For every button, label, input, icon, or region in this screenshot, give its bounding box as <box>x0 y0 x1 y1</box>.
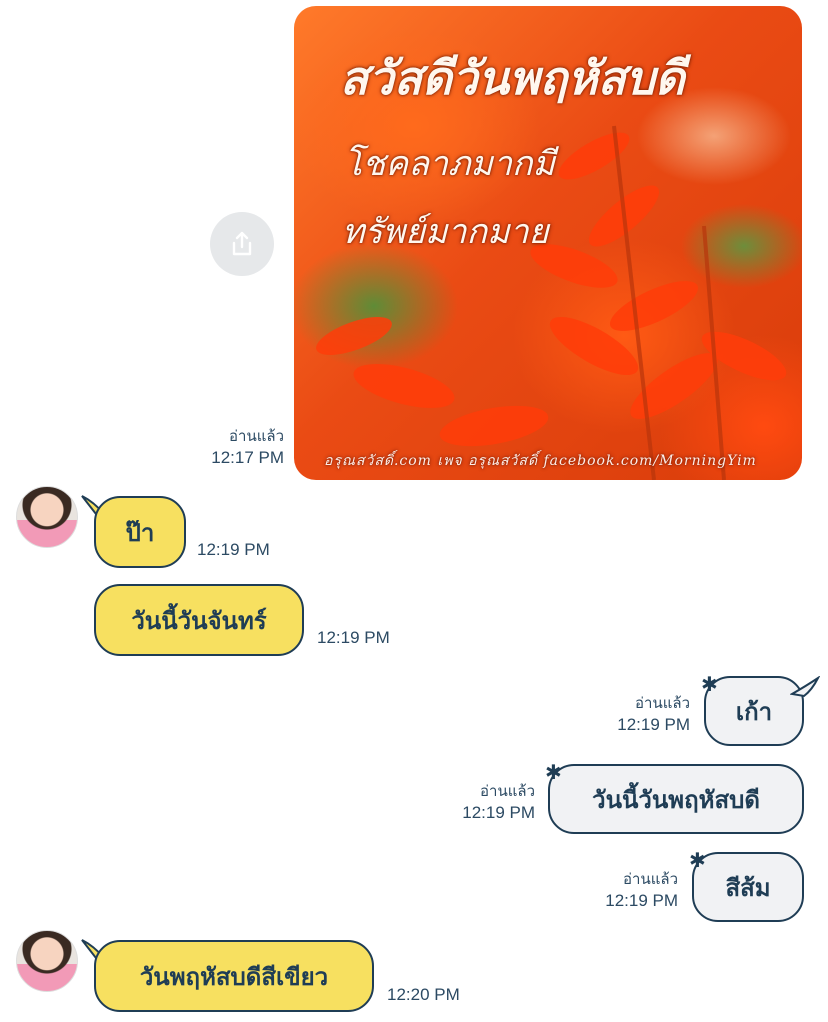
message-bubble-outgoing[interactable]: สีส้ม <box>692 852 804 922</box>
share-button[interactable] <box>210 212 274 276</box>
message-bubble-incoming[interactable]: วันพฤหัสบดีสีเขียว <box>94 940 374 1012</box>
timestamp: 12:19 PM <box>605 891 678 910</box>
message-meta: อ่านแล้ว 12:19 PM <box>570 694 690 736</box>
message-meta: อ่านแล้ว 12:19 PM <box>558 870 678 912</box>
message-bubble-incoming[interactable]: วันนี้วันจันทร์ <box>94 584 304 656</box>
shared-greeting-image[interactable]: สวัสดีวันพฤหัสบดี โชคลาภมากมี ทรัพย์มากม… <box>294 6 802 480</box>
image-title: สวัสดีวันพฤหัสบดี <box>340 51 685 105</box>
message-meta: อ่านแล้ว 12:19 PM <box>415 782 535 824</box>
sparkle-icon: ✱ <box>689 848 706 872</box>
image-line-2: โชคลาภมากมี <box>344 144 555 184</box>
message-text: เก้า <box>735 697 773 726</box>
timestamp: 12:20 PM <box>387 985 460 1004</box>
message-bubble-incoming[interactable]: ป๊า <box>94 496 186 568</box>
message-text: วันพฤหัสบดีสีเขียว <box>139 962 329 991</box>
timestamp: 12:19 PM <box>462 803 535 822</box>
timestamp: 12:19 PM <box>197 540 270 559</box>
image-footer: อรุณสวัสดิ์.com เพจ อรุณสวัสดิ์ facebook… <box>324 453 757 469</box>
message-bubble-outgoing[interactable]: วันนี้วันพฤหัสบดี <box>548 764 804 834</box>
sparkle-icon: ✱ <box>545 760 562 784</box>
timestamp: 12:19 PM <box>317 628 390 647</box>
message-bubble-outgoing[interactable]: เก้า <box>704 676 804 746</box>
read-status: อ่านแล้ว <box>635 695 690 712</box>
read-status: อ่านแล้ว <box>480 783 535 800</box>
timestamp: 12:19 PM <box>617 715 690 734</box>
contact-avatar[interactable] <box>16 486 78 548</box>
bubble-tail <box>790 676 820 698</box>
share-icon <box>232 231 252 256</box>
read-status: อ่านแล้ว <box>229 428 284 445</box>
read-status: อ่านแล้ว <box>623 871 678 888</box>
sparkle-icon: ✱ <box>701 672 718 696</box>
image-line-3: ทรัพย์มากมาย <box>342 212 549 252</box>
message-text: ป๊า <box>125 518 155 547</box>
message-text: วันนี้วันจันทร์ <box>131 606 267 635</box>
contact-avatar[interactable] <box>16 930 78 992</box>
message-text: วันนี้วันพฤหัสบดี <box>592 785 760 814</box>
message-text: สีส้ม <box>725 873 771 902</box>
timestamp: 12:17 PM <box>211 448 284 467</box>
image-meta: อ่านแล้ว 12:17 PM <box>164 427 284 469</box>
